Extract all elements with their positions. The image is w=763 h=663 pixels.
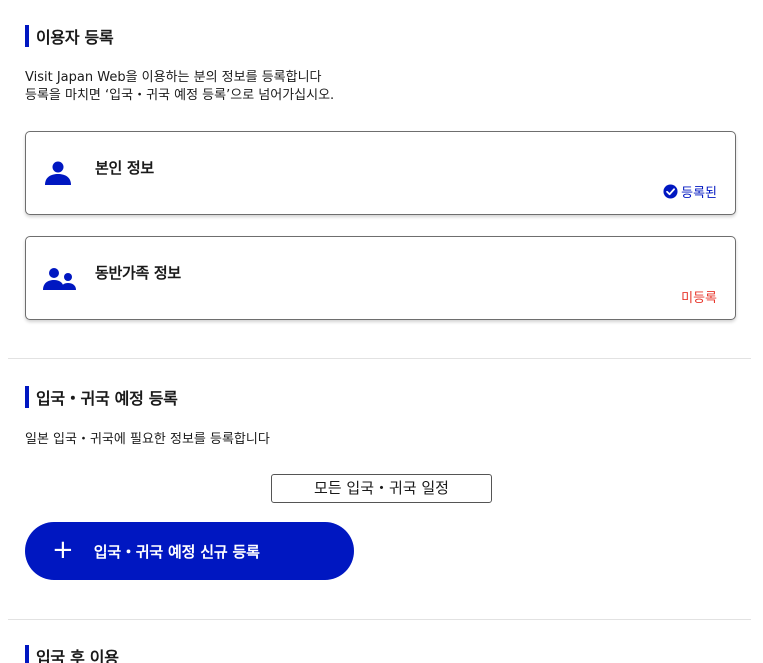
user-registration-title: 이용자 등록 xyxy=(36,28,114,47)
user-registration-description: Visit Japan Web을 이용하는 분의 정보를 등록합니다 등록을 마… xyxy=(25,69,334,105)
all-schedules-button[interactable]: 모든 입국・귀국 일정 xyxy=(271,474,492,503)
companion-info-title: 동반가족 정보 xyxy=(95,264,181,282)
entry-registration-heading: 입국・귀국 예정 등록 xyxy=(25,386,178,408)
after-entry-heading: 입국 후 이용 xyxy=(25,645,119,663)
after-entry-title: 입국 후 이용 xyxy=(36,648,119,663)
user-registration-heading: 이용자 등록 xyxy=(25,25,114,47)
heading-accent-bar xyxy=(25,645,29,663)
heading-accent-bar xyxy=(25,386,29,408)
personal-info-status-label: 등록된 xyxy=(681,186,717,201)
new-registration-label: 입국・귀국 예정 신규 등록 xyxy=(93,542,260,561)
personal-info-status: 등록된 xyxy=(663,182,717,201)
personal-info-title: 본인 정보 xyxy=(95,159,154,177)
group-icon xyxy=(43,265,77,295)
page: 이용자 등록 Visit Japan Web을 이용하는 분의 정보를 등록합니… xyxy=(0,0,763,663)
person-icon xyxy=(43,160,73,190)
check-circle-icon xyxy=(663,184,678,199)
companion-info-card[interactable]: 동반가족 정보 미등록 xyxy=(25,236,736,320)
description-line-2: 등록을 마치면 ‘입국・귀국 예정 등록’으로 넘어가십시오. xyxy=(25,88,335,103)
section-divider xyxy=(8,358,751,359)
plus-icon: + xyxy=(52,534,74,565)
personal-info-card[interactable]: 본인 정보 등록된 xyxy=(25,131,736,215)
entry-registration-title: 입국・귀국 예정 등록 xyxy=(36,389,178,408)
section-divider xyxy=(8,619,751,620)
entry-registration-description: 일본 입국・귀국에 필요한 정보를 등록합니다 xyxy=(25,432,270,447)
description-line-1: Visit Japan Web을 이용하는 분의 정보를 등록합니다 xyxy=(25,70,322,85)
new-registration-button[interactable]: + 입국・귀국 예정 신규 등록 xyxy=(25,522,354,580)
heading-accent-bar xyxy=(25,25,29,47)
companion-info-status: 미등록 xyxy=(681,291,717,306)
